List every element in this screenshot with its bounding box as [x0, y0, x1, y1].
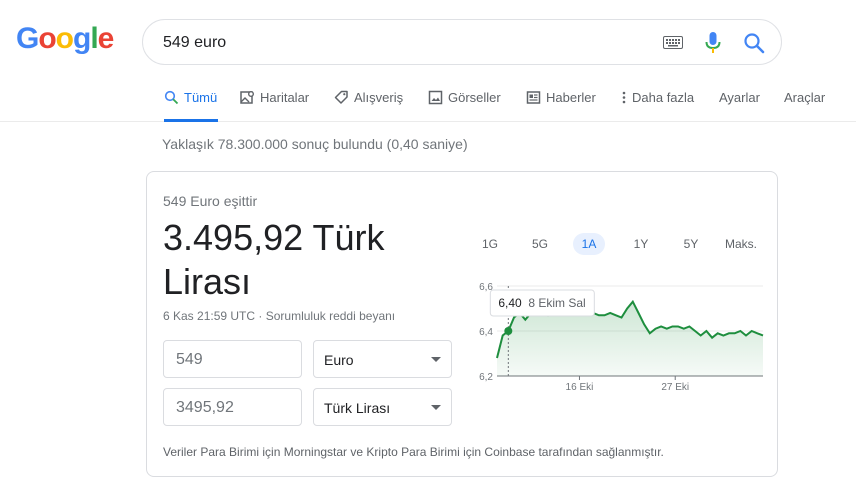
logo-letter: e	[97, 22, 115, 55]
tab-more[interactable]: Daha fazla	[620, 90, 694, 122]
exchange-rate-chart[interactable]: 6,66,46,216 Eki 27 Eki6,40 8 Ekim Sal	[463, 276, 773, 406]
hover-point	[504, 327, 513, 335]
result-line-1: 3.495,92 Türk	[163, 217, 385, 258]
timestamp-line: 6 Kas 21:59 UTC · Sorumluluk reddi beyan…	[163, 309, 395, 323]
to-amount-input[interactable]	[176, 397, 291, 419]
range-1g[interactable]: 1G	[476, 233, 504, 255]
tab-shopping[interactable]: Alışveriş	[334, 90, 403, 122]
image-icon	[428, 90, 443, 105]
conversion-result: 3.495,92 Türk Lirası	[163, 216, 433, 304]
keyboard-icon[interactable]	[663, 36, 683, 49]
tab-images[interactable]: Görseller	[428, 90, 501, 122]
to-amount-field[interactable]	[163, 388, 302, 426]
tab-label: Görseller	[448, 90, 501, 105]
x-tick-label: 16 Eki	[566, 382, 594, 393]
tab-label: Haritalar	[260, 90, 310, 105]
logo-letter: G	[16, 22, 39, 55]
logo-letter: l	[90, 22, 98, 55]
microphone-icon[interactable]	[705, 32, 721, 54]
tooltip-value: 6,40	[498, 296, 522, 310]
search-box	[142, 19, 782, 65]
logo-letter: o	[38, 22, 56, 55]
range-1y[interactable]: 1Y	[627, 233, 655, 255]
from-currency-select[interactable]: Euro	[313, 340, 452, 378]
separator: ·	[255, 309, 266, 323]
tab-label: Araçlar	[784, 90, 826, 105]
search-input[interactable]	[163, 30, 643, 56]
logo-letter: g	[73, 22, 91, 55]
chart-tooltip: 6,40 8 Ekim Sal	[489, 289, 595, 317]
range-1a[interactable]: 1A	[573, 233, 605, 255]
tab-label: Alışveriş	[354, 90, 404, 105]
result-stats: Yaklaşık 78.300.000 sonuç bulundu (0,40 …	[162, 136, 468, 152]
chevron-down-icon	[431, 405, 441, 410]
search-tabs: Tümü Haritalar Alışveriş Görseller Haber…	[0, 86, 856, 122]
y-tick-label: 6,2	[479, 372, 493, 383]
map-icon	[240, 91, 254, 104]
tab-news[interactable]: Haberler	[526, 90, 596, 122]
tab-label: Daha fazla	[632, 90, 695, 105]
tab-label: Ayarlar	[719, 90, 760, 105]
from-amount-field[interactable]	[163, 340, 302, 378]
y-tick-label: 6,4	[479, 327, 493, 338]
tab-all[interactable]: Tümü	[164, 90, 218, 122]
currency-converter-card: 549 Euro eşittir 3.495,92 Türk Lirası 6 …	[146, 171, 778, 477]
disclaimer-link[interactable]: Sorumluluk reddi beyanı	[266, 309, 395, 323]
from-amount-input[interactable]	[176, 349, 291, 371]
search-icon[interactable]	[743, 32, 765, 54]
tab-settings[interactable]: Ayarlar	[719, 90, 760, 122]
tag-icon	[334, 90, 348, 104]
tab-tools[interactable]: Araçlar	[784, 90, 825, 122]
more-vert-icon	[622, 91, 626, 104]
range-5y[interactable]: 5Y	[677, 233, 705, 255]
tab-label: Haberler	[546, 90, 596, 105]
range-max[interactable]: Maks.	[722, 233, 760, 255]
range-5g[interactable]: 5G	[526, 233, 554, 255]
tab-maps[interactable]: Haritalar	[240, 90, 309, 122]
chevron-down-icon	[431, 357, 441, 362]
timestamp: 6 Kas 21:59 UTC	[163, 309, 256, 323]
from-currency-label: Euro	[324, 352, 354, 368]
x-tick-label: 27 Eki	[661, 382, 689, 393]
google-logo[interactable]: Google	[16, 22, 115, 56]
tooltip-date: 8 Ekim Sal	[528, 296, 585, 310]
news-icon	[526, 91, 541, 104]
to-currency-label: Türk Lirası	[324, 400, 391, 416]
tab-label: Tümü	[184, 90, 218, 105]
to-currency-select[interactable]: Türk Lirası	[313, 388, 452, 426]
search-icon	[164, 90, 179, 105]
data-source-note: Veriler Para Birimi için Morningstar ve …	[163, 445, 664, 459]
logo-letter: o	[55, 22, 74, 55]
equals-label: 549 Euro eşittir	[163, 193, 258, 209]
result-line-2: Lirası	[163, 261, 252, 302]
